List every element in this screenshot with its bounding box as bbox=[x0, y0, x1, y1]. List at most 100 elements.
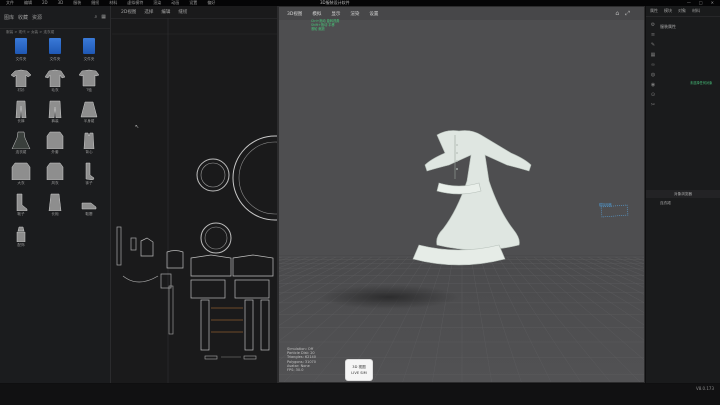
status-bar: V8.0.173 bbox=[0, 384, 720, 405]
link-icon[interactable]: ∞ bbox=[648, 62, 658, 72]
garment-thumbnail-icon bbox=[11, 131, 31, 150]
library-panel: 图库 收藏 资源 ⌕ ▦ 服装 > 现代 > 女装 > 连衣裙 文件夹 文件夹 文件… bbox=[0, 6, 111, 383]
folder-icon bbox=[79, 38, 99, 56]
library-item-label: 连衣裙 bbox=[15, 150, 27, 154]
library-garment-item[interactable]: 裤装 bbox=[40, 100, 70, 130]
library-folder[interactable]: 文件夹 bbox=[74, 38, 104, 68]
viewport-scene[interactable] bbox=[279, 7, 645, 383]
viewport-3d[interactable]: 3D视图 模拟 显示 渲染 设置 ⌂ ⤢ Ctrl+拖动 旋转视角 Shift+… bbox=[278, 6, 645, 383]
library-item-label: 长裤 bbox=[17, 119, 25, 123]
garment-thumbnail-icon bbox=[44, 69, 66, 88]
library-item-label: 鞋履 bbox=[85, 212, 93, 216]
library-item-label: 文件夹 bbox=[49, 57, 61, 61]
folder-icon bbox=[11, 38, 31, 56]
library-item-label: 配饰 bbox=[17, 243, 25, 247]
hint-line: 滚轮 缩放 bbox=[311, 27, 325, 31]
library-item-label: 裤装 bbox=[51, 119, 59, 123]
library-item-label: 文件夹 bbox=[83, 57, 95, 61]
favorites-tab[interactable]: 收藏 bbox=[18, 14, 28, 21]
library-garment-item[interactable]: 配饰 bbox=[6, 224, 36, 254]
pin-icon[interactable]: ⊙ bbox=[648, 92, 658, 102]
lock-icon[interactable]: ◍ bbox=[648, 72, 658, 82]
garment-thumbnail-icon bbox=[11, 100, 31, 119]
eye-icon[interactable]: ◉ bbox=[648, 82, 658, 92]
mesh-label: 模拟网格 bbox=[599, 203, 612, 207]
property-note: 未选择任何对象 bbox=[690, 81, 713, 85]
view-mode-button[interactable]: 3D 视图 LIVE SIM bbox=[345, 359, 373, 381]
camera-controls: ⌂ ⤢ bbox=[615, 10, 630, 18]
viewport-settings-button[interactable]: 设置 bbox=[369, 11, 378, 17]
library-garment-item[interactable]: 大衣 bbox=[6, 162, 36, 192]
property-title: 服装属性 bbox=[660, 24, 676, 29]
library-garment-item[interactable]: 背心 bbox=[74, 131, 104, 161]
fullscreen-icon[interactable]: ⤢ bbox=[625, 10, 630, 18]
library-garment-item[interactable]: 风衣 bbox=[40, 162, 70, 192]
view-mode-sub: LIVE SIM bbox=[351, 371, 367, 375]
garment-shadow bbox=[319, 285, 459, 309]
garment-thumbnail-icon bbox=[79, 193, 99, 211]
library-folder[interactable]: 文件夹 bbox=[6, 38, 36, 68]
library-item-label: 大衣 bbox=[17, 181, 25, 185]
garment-thumbnail-icon bbox=[78, 69, 100, 87]
navigation-hint: Ctrl+拖动 旋转视角 Shift+拖动 平移 滚轮 缩放 bbox=[311, 19, 339, 31]
viewport-3d-view-button[interactable]: 3D视图 bbox=[287, 11, 302, 17]
library-garment-item[interactable]: 衬衫 bbox=[6, 69, 36, 99]
garment-thumbnail-icon bbox=[79, 131, 99, 150]
library-item-label: 长袍 bbox=[51, 212, 59, 216]
tab-module[interactable]: 模块 bbox=[664, 8, 672, 14]
pattern-view-button[interactable]: 2D视图 bbox=[121, 9, 136, 15]
tab-material[interactable]: 材料 bbox=[692, 8, 700, 14]
property-tabs: 属性 模块 对象 材料 bbox=[646, 6, 720, 17]
pattern-sew-button[interactable]: 缝纫 bbox=[178, 9, 187, 15]
library-tab[interactable]: 图库 bbox=[4, 14, 14, 21]
render-button[interactable]: 渲染 bbox=[350, 11, 359, 17]
library-folder[interactable]: 文件夹 bbox=[40, 38, 70, 68]
scissors-icon[interactable]: ✂ bbox=[648, 102, 658, 112]
library-item-label: 风衣 bbox=[51, 181, 59, 185]
brush-icon[interactable]: ✎ bbox=[648, 42, 658, 52]
search-icon[interactable]: ⌕ bbox=[94, 14, 97, 20]
layers-icon[interactable]: ≡ bbox=[648, 32, 658, 42]
library-item-label: 文件夹 bbox=[15, 57, 27, 61]
version-label: V8.0.173 bbox=[695, 386, 714, 391]
library-garment-item[interactable]: 毛衣 bbox=[40, 69, 70, 99]
garment-thumbnail-icon bbox=[10, 69, 32, 88]
garment-thumbnail-icon bbox=[79, 100, 99, 118]
folder-icon bbox=[45, 38, 65, 56]
simulation-info: Simulation: Off Particle Dist: 20 Triang… bbox=[287, 347, 316, 372]
info-line: Triangles: 62140 bbox=[287, 355, 316, 360]
breadcrumb: 服装 > 现代 > 女装 > 连衣裙 bbox=[6, 30, 55, 34]
library-garment-item[interactable]: 袜子 bbox=[74, 162, 104, 192]
library-item-label: 靴子 bbox=[17, 212, 25, 216]
pattern-edit-button[interactable]: 编辑 bbox=[161, 9, 170, 15]
tab-object[interactable]: 对象 bbox=[678, 8, 686, 14]
pattern-select-button[interactable]: 选择 bbox=[144, 9, 153, 15]
library-garment-item[interactable]: 半身裙 bbox=[74, 100, 104, 130]
grid-icon[interactable]: ▦ bbox=[648, 52, 658, 62]
library-garment-item[interactable]: 靴子 bbox=[6, 193, 36, 223]
property-sidebar: ⚙ ≡ ✎ ▦ ∞ ◍ ◉ ⊙ ✂ bbox=[648, 22, 658, 112]
tab-property[interactable]: 属性 bbox=[650, 8, 658, 14]
settings-icon[interactable]: ⚙ bbox=[648, 22, 658, 32]
library-garment-item[interactable]: T恤 bbox=[74, 69, 104, 99]
library-garment-item[interactable]: 长袍 bbox=[40, 193, 70, 223]
simulation-button[interactable]: 模拟 bbox=[312, 11, 321, 17]
garment-thumbnail-icon bbox=[11, 193, 31, 212]
garment-thumbnail-icon bbox=[11, 162, 31, 181]
library-item-label: 半身裙 bbox=[83, 119, 95, 123]
camera-icon[interactable]: ⌂ bbox=[615, 10, 619, 18]
library-garment-item[interactable]: 鞋履 bbox=[74, 193, 104, 223]
info-line: FPS: 30.0 bbox=[287, 368, 304, 373]
grid-view-icon[interactable]: ▦ bbox=[101, 14, 106, 20]
library-header: 图库 收藏 资源 ⌕ ▦ bbox=[0, 6, 110, 29]
library-garment-item[interactable]: 外套 bbox=[40, 131, 70, 161]
library-item-label: 毛衣 bbox=[51, 88, 59, 92]
library-garment-item[interactable]: 长裤 bbox=[6, 100, 36, 130]
resources-tab[interactable]: 资源 bbox=[32, 14, 42, 21]
pattern-canvas[interactable]: ↖ bbox=[111, 18, 277, 383]
display-button[interactable]: 显示 bbox=[331, 11, 340, 17]
library-item-label: T恤 bbox=[86, 88, 92, 92]
library-garment-item[interactable]: 连衣裙 bbox=[6, 131, 36, 161]
object-item[interactable]: 连衣裙 bbox=[660, 201, 671, 206]
library-item-label: 袜子 bbox=[85, 181, 93, 185]
